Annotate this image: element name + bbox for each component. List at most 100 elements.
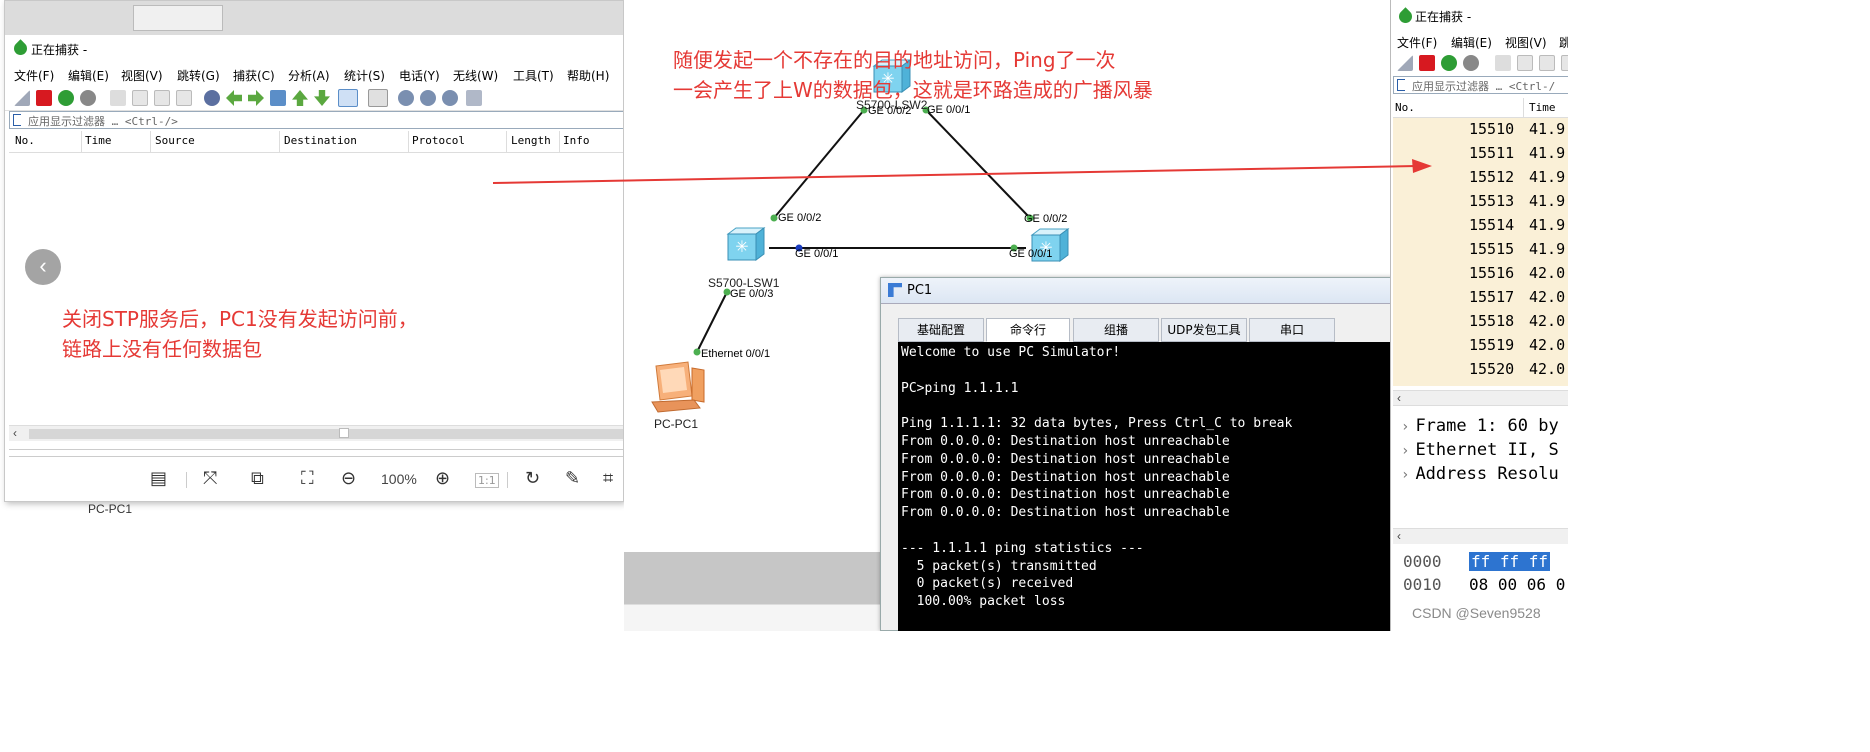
menu-statistics[interactable]: 统计(S) xyxy=(344,67,385,84)
packet-row[interactable]: 15519 42.0 xyxy=(1393,334,1568,358)
packet-row[interactable]: 15514 41.9 xyxy=(1393,214,1568,238)
scroll-left-icon[interactable]: ‹ xyxy=(13,426,17,440)
col-protocol[interactable]: Protocol xyxy=(412,134,465,147)
col-divider[interactable] xyxy=(81,131,82,153)
stop-capture-icon[interactable] xyxy=(36,90,52,106)
zoom-in-icon[interactable] xyxy=(398,90,414,106)
colorize-icon[interactable] xyxy=(368,89,388,107)
close-file-icon[interactable] xyxy=(154,90,170,106)
detail-frame[interactable]: › Frame 1: 60 by xyxy=(1401,416,1559,436)
packet-list-pane[interactable] xyxy=(9,153,623,425)
tab-basic-config[interactable]: 基础配置 xyxy=(898,318,984,342)
layout-icon[interactable]: ▤ xyxy=(150,469,167,489)
col-destination[interactable]: Destination xyxy=(284,134,357,147)
fullscreen-icon[interactable]: ⛶ xyxy=(301,469,314,489)
expand-chevron-icon[interactable]: › xyxy=(1401,443,1409,459)
shark-fin-start-icon[interactable] xyxy=(14,90,30,106)
zoom-out-icon[interactable]: ⊖ xyxy=(341,469,356,489)
details-scrollbar[interactable]: ‹ xyxy=(1393,528,1568,544)
packet-row[interactable]: 15515 41.9 xyxy=(1393,238,1568,262)
detail-ethernet[interactable]: › Ethernet II, S xyxy=(1401,440,1559,460)
scroll-left-icon[interactable]: ‹ xyxy=(1397,529,1401,543)
packet-row[interactable]: 15520 42.0 xyxy=(1393,358,1568,382)
link-lsw2-lsw3[interactable] xyxy=(925,109,1031,219)
detail-arp[interactable]: › Address Resolu xyxy=(1401,464,1559,484)
save-file-icon[interactable] xyxy=(132,90,148,106)
horizontal-scrollbar[interactable]: ‹ xyxy=(1393,390,1568,406)
menu-help[interactable]: 帮助(H) xyxy=(567,67,609,84)
find-packet-icon[interactable] xyxy=(204,90,220,106)
menu-tools[interactable]: 工具(T) xyxy=(513,67,554,84)
open-file-icon[interactable] xyxy=(1495,55,1511,71)
col-divider[interactable] xyxy=(408,131,409,153)
go-back-icon[interactable] xyxy=(226,90,242,106)
pane-splitter[interactable] xyxy=(9,449,623,457)
tab-multicast[interactable]: 组播 xyxy=(1073,318,1159,342)
capture-options-icon[interactable] xyxy=(80,90,96,106)
col-divider[interactable] xyxy=(279,131,280,153)
actual-size-button[interactable]: 1:1 xyxy=(475,473,499,488)
stop-capture-icon[interactable] xyxy=(1419,55,1435,71)
packet-details-pane[interactable]: › Frame 1: 60 by › Ethernet II, S › Address… xyxy=(1393,414,1568,524)
display-filter-input[interactable]: 应用显示过滤器 … <Ctrl-/ xyxy=(1393,76,1568,94)
ocr-icon[interactable]: ⧉ xyxy=(251,469,264,489)
crop-icon[interactable]: ⌗ xyxy=(603,469,613,489)
menu-edit[interactable]: 编辑(E) xyxy=(1451,34,1492,51)
packet-row[interactable]: 15513 41.9 xyxy=(1393,190,1568,214)
menu-edit[interactable]: 编辑(E) xyxy=(68,67,109,84)
menu-file[interactable]: 文件(F) xyxy=(1397,34,1437,51)
expand-chevron-icon[interactable]: › xyxy=(1401,419,1409,435)
zoom-out-icon[interactable] xyxy=(420,90,436,106)
col-time[interactable]: Time xyxy=(1529,101,1556,114)
packet-row[interactable]: 15511 41.9 xyxy=(1393,142,1568,166)
close-file-icon[interactable] xyxy=(1539,55,1555,71)
bookmark-icon[interactable] xyxy=(1397,79,1405,91)
col-source[interactable]: Source xyxy=(155,134,195,147)
display-filter-input[interactable]: 应用显示过滤器 … <Ctrl-/> xyxy=(9,111,623,129)
menu-file[interactable]: 文件(F) xyxy=(14,67,54,84)
edit-icon[interactable]: ✎ xyxy=(565,469,580,489)
packet-row[interactable]: 15512 41.9 xyxy=(1393,166,1568,190)
capture-options-icon[interactable] xyxy=(1463,55,1479,71)
switch-lsw1-icon[interactable]: ✳ xyxy=(724,224,768,264)
last-packet-icon[interactable] xyxy=(314,90,330,106)
first-packet-icon[interactable] xyxy=(292,90,308,106)
packet-row[interactable]: 15518 42.0 xyxy=(1393,310,1568,334)
zoom-in-icon[interactable]: ⊕ xyxy=(435,469,450,489)
col-no[interactable]: No. xyxy=(15,134,35,147)
background-tab[interactable] xyxy=(133,5,223,31)
reload-file-icon[interactable] xyxy=(1561,55,1568,71)
menu-capture[interactable]: 捕获(C) xyxy=(233,67,275,84)
packet-row[interactable]: 15517 42.0 xyxy=(1393,286,1568,310)
scroll-thumb[interactable] xyxy=(29,429,623,439)
go-forward-icon[interactable] xyxy=(248,90,264,106)
col-divider[interactable] xyxy=(1523,98,1524,118)
previous-image-button[interactable]: ‹ xyxy=(25,249,61,285)
reload-file-icon[interactable] xyxy=(176,90,192,106)
shark-fin-start-icon[interactable] xyxy=(1397,55,1413,71)
byte-hex-selected[interactable]: ff ff ff xyxy=(1469,552,1551,571)
tab-udp-tool[interactable]: UDP发包工具 xyxy=(1161,318,1247,342)
col-no[interactable]: No. xyxy=(1395,101,1415,114)
scroll-left-icon[interactable]: ‹ xyxy=(1397,391,1401,405)
link-lsw1-pc1[interactable] xyxy=(696,291,728,353)
pc-computer-icon[interactable] xyxy=(650,360,706,414)
menu-analyze[interactable]: 分析(A) xyxy=(288,67,330,84)
tab-command-line[interactable]: 命令行 xyxy=(986,318,1070,342)
restart-capture-icon[interactable] xyxy=(58,90,74,106)
autoscroll-icon[interactable] xyxy=(338,89,358,107)
restart-capture-icon[interactable] xyxy=(1441,55,1457,71)
tab-serial[interactable]: 串口 xyxy=(1249,318,1335,342)
col-divider[interactable] xyxy=(506,131,507,153)
fit-screen-icon[interactable]: ⤧ xyxy=(203,469,217,489)
menu-go[interactable]: 跳 xyxy=(1559,34,1568,51)
expand-chevron-icon[interactable]: › xyxy=(1401,467,1409,483)
packet-row[interactable]: 15510 41.9 xyxy=(1393,118,1568,142)
rotate-icon[interactable]: ↻ xyxy=(525,469,540,489)
packet-list-pane[interactable]: 15510 41.9 15511 41.9 15512 41.9 15513 41.9 … xyxy=(1393,118,1568,386)
col-divider[interactable] xyxy=(559,131,560,153)
menu-go[interactable]: 跳转(G) xyxy=(177,67,220,84)
link-lsw2-lsw1[interactable] xyxy=(773,109,865,219)
resize-columns-icon[interactable] xyxy=(466,90,482,106)
bookmark-icon[interactable] xyxy=(13,114,21,126)
